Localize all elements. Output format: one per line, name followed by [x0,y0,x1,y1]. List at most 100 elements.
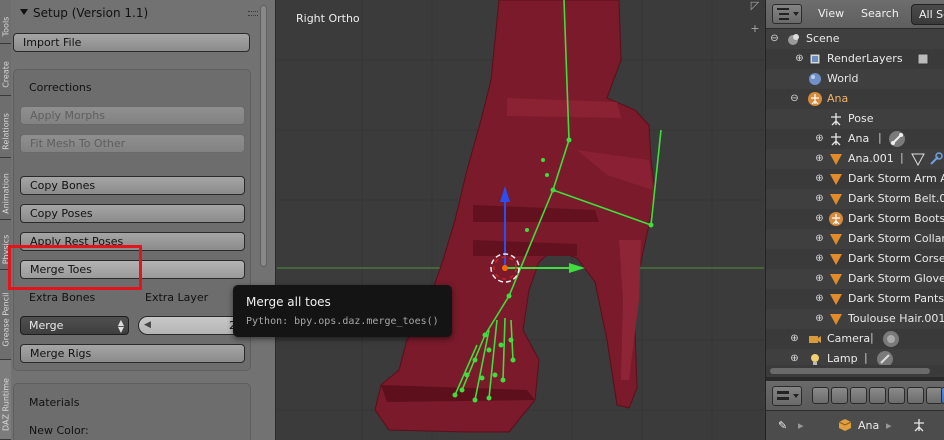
copy-bones-button[interactable]: Copy Bones [20,176,245,195]
editor-type-button[interactable] [772,4,802,24]
outliner-row-toulouse-hair[interactable]: ⊕ Toulouse Hair.001 [766,309,944,329]
mesh-object-icon [830,234,842,245]
scene-icon [788,34,799,45]
viewport-scene [277,0,764,440]
shelf-scrollbar[interactable] [260,5,267,267]
merge-rigs-button[interactable]: Merge Rigs [20,344,245,363]
pose-icon [831,113,841,126]
outliner-item-label: RenderLayers [827,52,903,65]
outliner-item-label: Dark Storm Pants.0 [848,292,944,305]
context-object-label: Ana [858,419,880,432]
corrections-title: Corrections [29,81,92,94]
new-color-label: New Color: [29,424,89,437]
search-menu[interactable]: Search [861,7,899,20]
tab-animation[interactable]: Animation [0,158,11,220]
tab-relations[interactable]: Relations [0,96,11,158]
3d-viewport[interactable]: Right Ortho ◸ + [277,0,764,440]
outliner-row-camera[interactable]: ⊕ Camera | [766,329,944,349]
outliner-row-ana-001[interactable]: ⊕ Ana.001 | [766,149,944,169]
fit-mesh-to-other-button[interactable]: Fit Mesh To Other [20,134,245,153]
outliner-row-dark-storm-belt[interactable]: ⊕ Dark Storm Belt.001 [766,189,944,209]
expand-icon[interactable]: ⊕ [814,253,825,264]
tab-daz-runtime[interactable]: DAZ Runtime [0,360,11,440]
mesh-object-icon [830,314,842,325]
extra-layer-number-field[interactable]: ◀ 2 [138,316,245,335]
outliner-row-dark-storm-gloves[interactable]: ⊕ Dark Storm Gloves.0 [766,269,944,289]
tool-tab-strip: Tools Create Relations Animation Physics… [0,0,11,440]
bone-icon[interactable] [888,130,906,148]
expand-icon[interactable]: ⊕ [814,313,825,324]
decrement-arrow-icon[interactable]: ◀ [144,317,151,334]
expand-icon[interactable]: ⊕ [789,333,800,344]
import-file-button[interactable]: Import File [13,33,250,52]
outliner-row-dark-storm-collar[interactable]: ⊕ Dark Storm Collar.0 [766,229,944,249]
outliner-horizontal-scrollbar[interactable] [770,368,930,374]
expand-icon[interactable]: ⊕ [814,193,825,204]
outliner-item-label: Dark Storm Belt.001 [848,192,944,205]
pin-icon[interactable]: ✎ [778,419,787,432]
add-region-icon[interactable]: ◸ [749,0,761,13]
apply-morphs-button[interactable]: Apply Morphs [20,106,245,125]
expand-icon[interactable]: ⊕ [789,353,800,364]
merge-mode-dropdown[interactable]: Merge ▲ ▼ [20,316,129,335]
expand-icon[interactable]: ⊕ [814,233,825,244]
expand-icon[interactable]: ⊕ [814,173,825,184]
expand-icon[interactable]: ⊕ [814,153,825,164]
tab-create[interactable]: Create [0,44,11,96]
camera-data-icon[interactable] [882,330,900,348]
mesh-data-icon[interactable] [911,152,925,166]
render-layers-tab-icon[interactable] [831,387,848,404]
armature-data-icon [831,133,841,146]
constraints-tab-icon[interactable] [907,387,924,404]
outliner-row-ana[interactable]: ⊖ Ana [766,89,944,109]
copy-poses-button[interactable]: Copy Poses [20,204,245,223]
outliner-item-label: Scene [806,32,840,45]
outliner-item-label: Dark Storm Corset.0 [848,252,944,265]
expand-region-icon[interactable]: + [749,23,761,36]
setup-panel-header[interactable]: Setup (Version 1.1) [14,2,262,24]
merge-toes-tooltip: Merge all toes Python: bpy.ops.daz.merge… [233,285,452,337]
armature-data-icon [914,419,924,432]
expand-icon[interactable]: ⊕ [814,213,825,224]
view-menu[interactable]: View [818,7,844,20]
expand-icon[interactable]: ⊕ [794,53,805,64]
outliner-row-pose[interactable]: Pose [766,109,944,129]
outliner-item-label: Ana [848,132,870,145]
wrench-icon[interactable] [929,152,943,166]
world-tab-icon[interactable] [869,387,886,404]
scene-tab-icon[interactable] [850,387,867,404]
drag-grip-icon[interactable] [248,11,258,16]
armature-object-icon [829,212,843,226]
tooltip-python: Python: bpy.ops.daz.merge_toes() [246,316,439,327]
outliner-item-label: Lamp [827,352,858,365]
outliner-row-dark-storm-pants[interactable]: ⊕ Dark Storm Pants.0 [766,289,944,309]
outliner-row-renderlayers[interactable]: ⊕ RenderLayers [766,49,944,69]
collapse-icon[interactable]: ⊖ [769,33,780,44]
outliner-row-scene[interactable]: ⊖ Scene [766,29,944,49]
camera-icon [809,336,821,343]
extra-layer-label: Extra Layer [145,291,209,304]
object-tab-icon[interactable] [888,387,905,404]
outliner-editor-icon [777,8,799,20]
outliner-row-ana-data[interactable]: ⊕ Ana | [766,129,944,149]
outliner-row-world[interactable]: World [766,69,944,89]
context-arrow-icon: ▸ [886,419,892,432]
expand-icon[interactable]: ⊕ [814,273,825,284]
outliner-item-label: Dark Storm Boots [848,212,944,225]
tab-tools[interactable]: Tools [0,0,11,44]
mesh-object-icon [830,174,842,185]
collapse-triangle-icon[interactable] [20,9,28,15]
collapse-icon[interactable]: ⊖ [789,93,800,104]
expand-icon[interactable]: ⊕ [814,293,825,304]
expand-icon[interactable]: ⊕ [814,133,825,144]
render-tab-icon[interactable] [812,387,829,404]
outliner-row-dark-storm-arm[interactable]: ⊕ Dark Storm Arm Arm [766,169,944,189]
properties-editor-type-button[interactable] [772,386,802,406]
render-layer-toggle-icon[interactable] [916,52,930,66]
context-arrow-icon: ▸ [798,419,804,432]
separator: | [900,151,904,164]
outliner-row-dark-storm-corset[interactable]: ⊕ Dark Storm Corset.0 [766,249,944,269]
outliner-item-label: Camera [827,332,871,345]
display-mode-dropdown[interactable]: All Sc [911,4,944,25]
outliner-row-dark-storm-boots[interactable]: ⊕ Dark Storm Boots [766,209,944,229]
